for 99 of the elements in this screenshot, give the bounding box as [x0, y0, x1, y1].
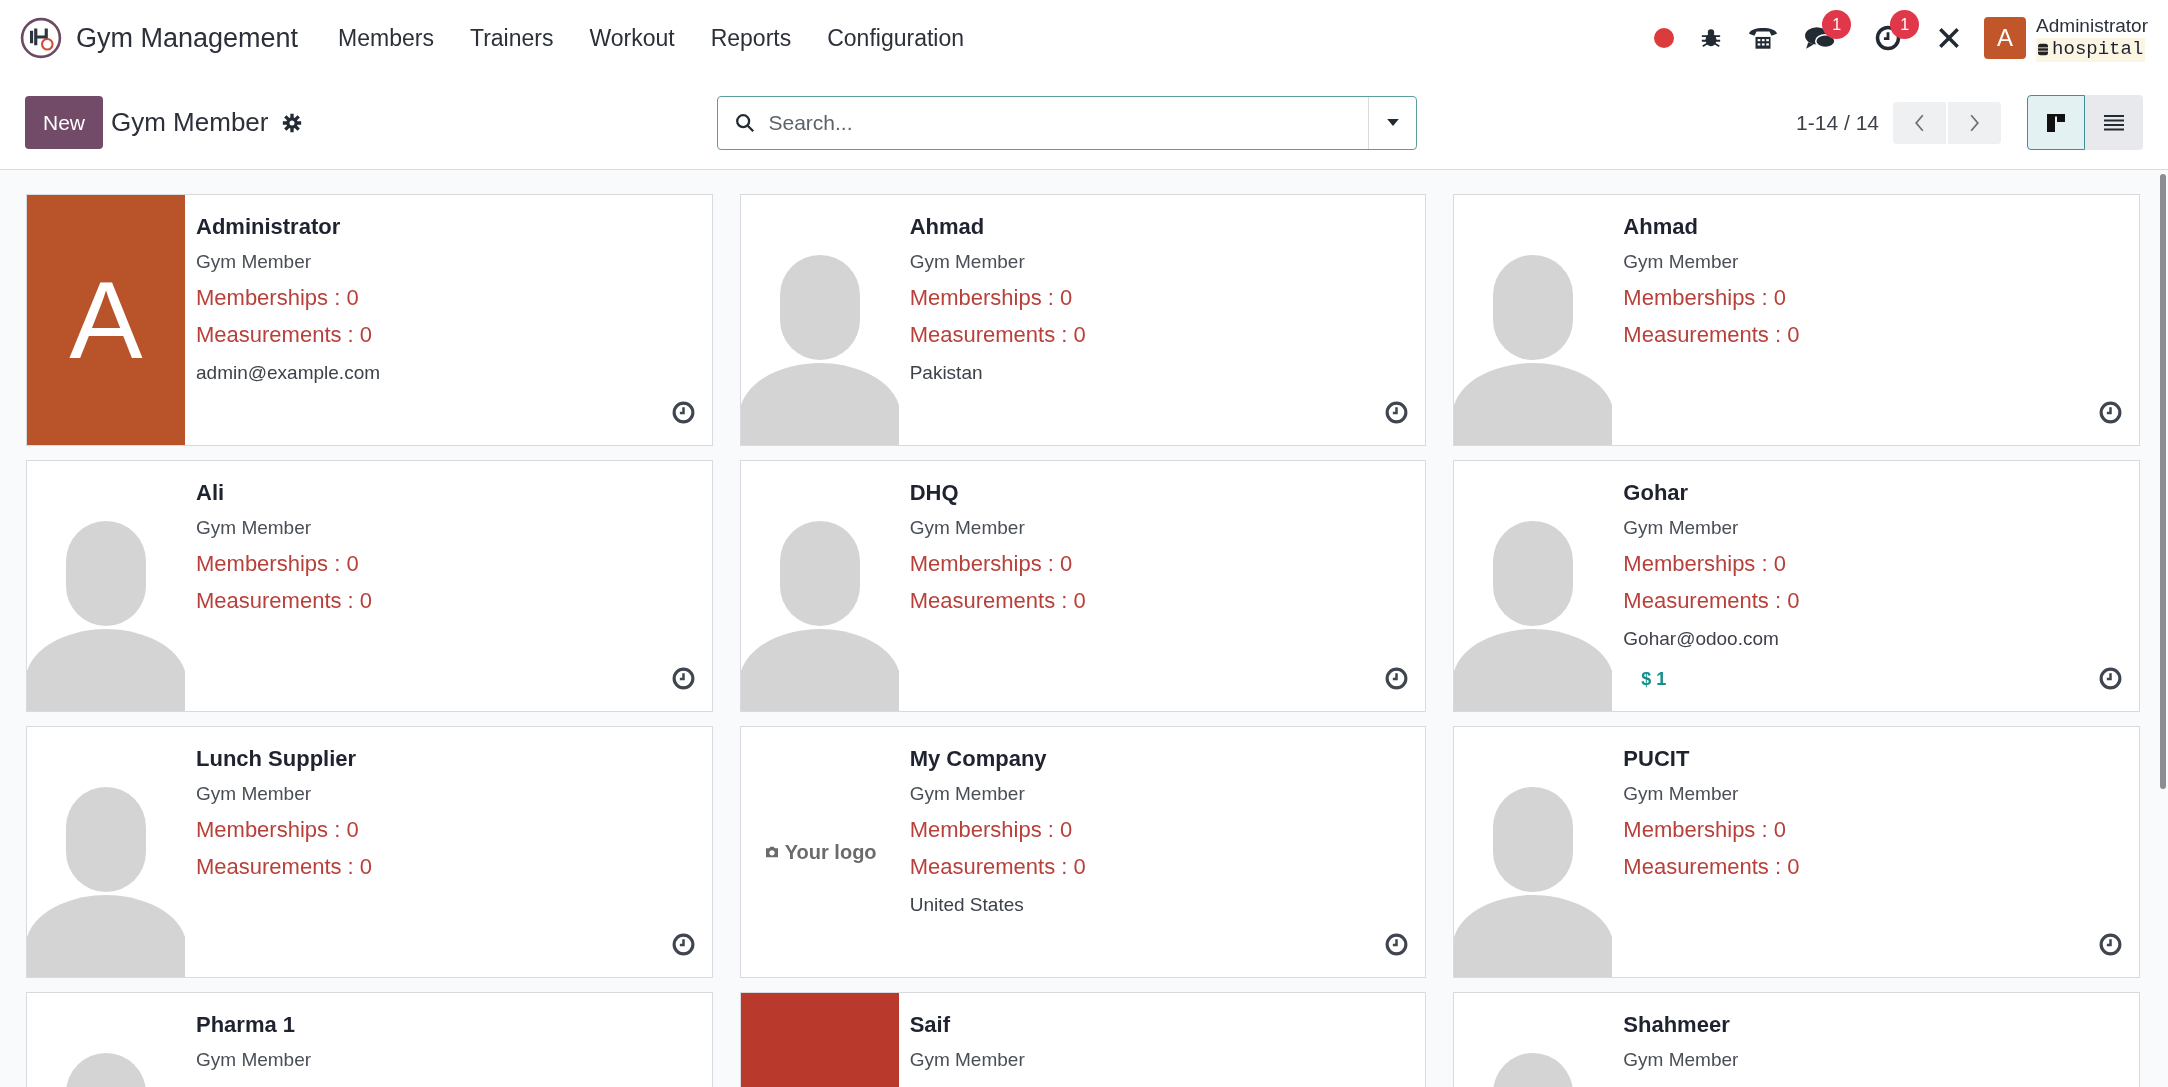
measurements-count: Measurements : 0: [909, 587, 1086, 615]
database-name: hospital: [2052, 38, 2144, 62]
memberships-count: Memberships : 0: [196, 550, 359, 578]
member-card[interactable]: Your logo My Company Gym Member Memberships : 0 Measurements : 0 United States: [739, 726, 1427, 978]
dumbbell-logo-icon[interactable]: [20, 17, 62, 59]
menu-item[interactable]: Trainers: [451, 20, 572, 56]
memberships-count: Memberships : 0: [909, 816, 1073, 844]
measurements-count: Measurements : 0: [1623, 853, 1800, 881]
menu-item[interactable]: Reports: [692, 20, 810, 56]
member-card[interactable]: Gohar Gym Member Memberships : 0 Measurements : 0 Gohar@odoo.com $ 1: [1453, 460, 2140, 712]
member-name: Saif: [909, 1011, 950, 1039]
clock-icon[interactable]: [2098, 932, 2123, 957]
member-card[interactable]: Saif Gym Member: [739, 992, 1427, 1087]
member-card[interactable]: PUCIT Gym Member Memberships : 0 Measurements : 0: [1453, 726, 2140, 978]
measurements-count: Measurements : 0: [196, 321, 373, 349]
activity-clock-icon[interactable]: [1874, 24, 1903, 52]
view-title: Gym Member: [111, 106, 269, 139]
menu-item[interactable]: Members: [320, 20, 452, 56]
member-name: PUCIT: [1623, 745, 1690, 773]
gear-icon[interactable]: [282, 112, 303, 133]
kanban-icon: [2046, 112, 2066, 133]
member-card[interactable]: Ahmad Gym Member Memberships : 0 Measurements : 0: [1453, 194, 2140, 446]
avatar: A: [27, 195, 185, 445]
kanban-view-button[interactable]: [2027, 95, 2085, 150]
clock-icon[interactable]: [670, 932, 696, 957]
member-name: Shahmeer: [1623, 1011, 1730, 1039]
caret-icon: [1387, 119, 1399, 126]
logo-placeholder-text: Your logo: [784, 840, 877, 865]
notification-badge: 1: [1822, 10, 1852, 39]
memberships-count: Memberships : 0: [1623, 550, 1786, 578]
memberships-count: Memberships : 0: [196, 816, 359, 844]
memberships-count: Memberships : 0: [909, 550, 1073, 578]
clock-icon[interactable]: [1384, 932, 1410, 957]
member-subtitle: Gym Member: [1623, 1048, 1739, 1072]
search-input[interactable]: Search...: [768, 96, 1369, 149]
member-subtitle: Gym Member: [196, 1048, 312, 1072]
member-card[interactable]: A Administrator Gym Member Memberships : 0 Measurements : 0 admin@example.com: [26, 194, 713, 446]
measurements-count: Measurements : 0: [1623, 587, 1800, 615]
clock-icon[interactable]: [2098, 666, 2123, 691]
measurements-count: Measurements : 0: [909, 321, 1086, 349]
member-card[interactable]: Shahmeer Gym Member: [1453, 992, 2140, 1087]
member-name: DHQ: [909, 479, 959, 507]
measurements-count: Measurements : 0: [1623, 321, 1800, 349]
menu-item[interactable]: Configuration: [809, 20, 983, 56]
scrollbar[interactable]: [2160, 174, 2166, 789]
member-subtitle: Gym Member: [196, 782, 312, 806]
member-subtitle: Gym Member: [1623, 250, 1739, 274]
bug-icon[interactable]: [1700, 27, 1723, 49]
member-name: My Company: [909, 745, 1047, 773]
member-subtitle: Gym Member: [1623, 516, 1739, 540]
clock-icon[interactable]: [670, 400, 696, 425]
amount-tag: $ 1: [1641, 659, 1667, 699]
member-subtitle: Gym Member: [909, 782, 1025, 806]
member-name: Ahmad: [909, 213, 985, 241]
memberships-count: Memberships : 0: [1623, 816, 1786, 844]
clock-icon[interactable]: [670, 666, 696, 691]
member-name: Lunch Supplier: [196, 745, 357, 773]
member-card[interactable]: Ahmad Gym Member Memberships : 0 Measurements : 0 Pakistan: [739, 194, 1427, 446]
member-card[interactable]: DHQ Gym Member Memberships : 0 Measurements : 0: [739, 460, 1427, 712]
list-icon: [2104, 114, 2124, 131]
member-detail: United States: [909, 893, 1024, 917]
measurements-count: Measurements : 0: [909, 853, 1086, 881]
member-detail: Pakistan: [909, 361, 983, 385]
member-subtitle: Gym Member: [196, 250, 312, 274]
member-card[interactable]: Pharma 1 Gym Member: [26, 992, 713, 1087]
member-subtitle: Gym Member: [909, 1048, 1025, 1072]
member-name: Ahmad: [1623, 213, 1698, 241]
member-card[interactable]: Ali Gym Member Memberships : 0 Measurements : 0: [26, 460, 713, 712]
search-icon: [734, 111, 757, 134]
user-name[interactable]: Administrator: [2036, 14, 2148, 38]
member-subtitle: Gym Member: [909, 516, 1025, 540]
measurements-count: Measurements : 0: [196, 587, 373, 615]
menu-item[interactable]: Workout: [571, 20, 693, 56]
member-card[interactable]: Lunch Supplier Gym Member Memberships : 0 Measurements : 0: [26, 726, 713, 978]
memberships-count: Memberships : 0: [1623, 284, 1786, 312]
member-name: Gohar: [1623, 479, 1689, 507]
member-name: Ali: [196, 479, 225, 507]
list-view-button[interactable]: [2085, 95, 2143, 150]
member-subtitle: Gym Member: [909, 250, 1025, 274]
memberships-count: Memberships : 0: [909, 284, 1073, 312]
member-subtitle: Gym Member: [1623, 782, 1739, 806]
search-field[interactable]: Search...: [717, 95, 1418, 150]
measurements-count: Measurements : 0: [196, 853, 373, 881]
member-detail: admin@example.com: [196, 361, 381, 385]
member-detail: Gohar@odoo.com: [1623, 627, 1779, 651]
member-name: Pharma 1: [196, 1011, 296, 1039]
user-avatar[interactable]: A: [1984, 17, 2027, 59]
member-name: Administrator: [196, 213, 341, 241]
notification-badge: 1: [1890, 10, 1920, 39]
clock-icon[interactable]: [2098, 400, 2123, 425]
memberships-count: Memberships : 0: [196, 284, 359, 312]
new-button[interactable]: New: [25, 96, 103, 149]
pager-value[interactable]: 1-14 / 14: [1796, 106, 1879, 139]
clock-icon[interactable]: [1384, 666, 1410, 691]
member-subtitle: Gym Member: [196, 516, 312, 540]
chevron-left-icon: [1914, 113, 1925, 132]
chevron-right-icon: [1969, 113, 1980, 132]
clock-icon[interactable]: [1384, 400, 1410, 425]
app-name[interactable]: Gym Management: [76, 17, 299, 59]
